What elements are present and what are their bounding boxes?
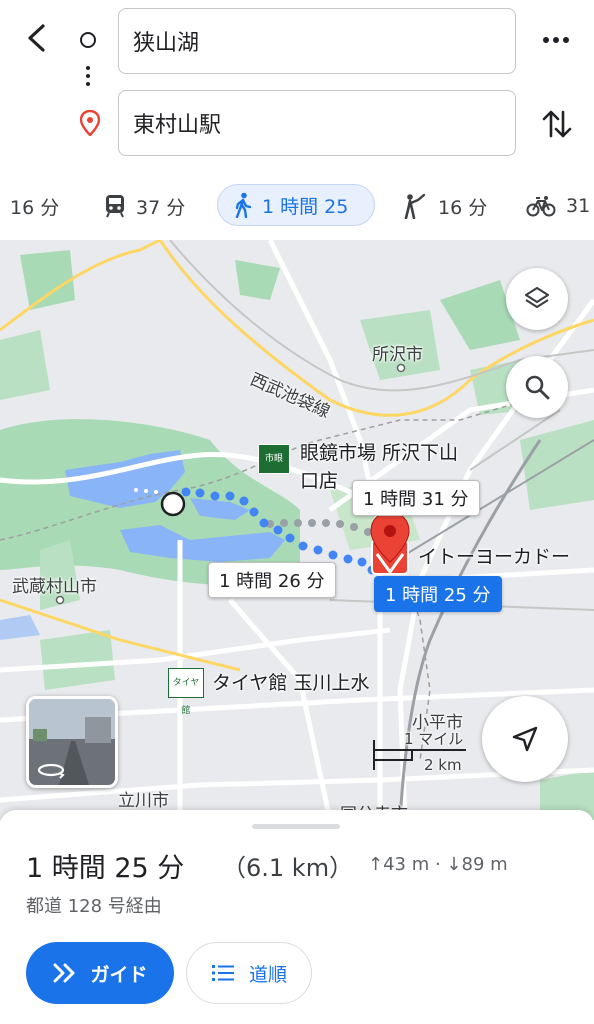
map-label-musashimurayama: 武蔵村山市 (12, 577, 97, 597)
my-location-button[interactable] (482, 696, 568, 782)
route-distance: （6.1 km） (222, 854, 354, 882)
destination-input[interactable]: 東村山駅 (118, 90, 516, 156)
megane-ichiba-poi-icon[interactable]: 市眼 (258, 444, 290, 474)
steps-button[interactable]: 道順 (186, 942, 312, 1004)
route-callout-alt-2[interactable]: 1 時間 26 分 (208, 562, 336, 598)
map-view[interactable]: 所沢市 西武池袋線 市眼 眼鏡市場 所沢下山 口店 イトーヨーカドー 武蔵村山市… (0, 240, 594, 820)
more-options-button[interactable] (538, 26, 574, 54)
ride-hail-icon (404, 193, 426, 219)
back-arrow-icon (28, 24, 45, 52)
sheet-drag-handle[interactable] (252, 824, 340, 829)
origin-dot-icon (80, 32, 96, 48)
more-horiz-icon (543, 37, 569, 43)
tab-drive-label: 16 分 (10, 196, 60, 219)
walk-icon (235, 192, 252, 218)
layers-button[interactable] (506, 268, 568, 330)
layers-icon (524, 286, 550, 309)
scale-label-km: 2 km (424, 756, 462, 774)
double-chevron-right-icon (53, 963, 75, 983)
route-duration: 1 時間 25 分 (26, 853, 185, 884)
map-label-tokorozawa: 所沢市 (372, 345, 423, 365)
tab-bicycle[interactable]: 31 (526, 186, 590, 226)
tab-transit[interactable]: 37 分 (104, 186, 185, 226)
tab-ride-hailing-label: 16 分 (438, 196, 488, 219)
route-via: 都道 128 号経由 (26, 896, 162, 917)
tab-walk-label: 1 時間 25 (262, 195, 349, 218)
route-origin-marker (160, 491, 186, 517)
route-connector-icon (86, 66, 90, 90)
tab-drive[interactable]: 16 分 (10, 186, 59, 226)
train-icon (106, 195, 124, 218)
scale-label-mile: 1 マイル (404, 730, 464, 748)
directions-header: 狭山湖 東村山駅 16 分 37 分 1 時間 25 16 分 31 (0, 0, 594, 240)
tab-walk[interactable]: 1 時間 25 (217, 184, 375, 226)
guide-button[interactable]: ガイド (26, 942, 174, 1004)
tab-transit-label: 37 分 (136, 196, 186, 219)
swap-button[interactable] (540, 104, 574, 144)
tab-bicycle-label: 31 (566, 195, 591, 217)
origin-input[interactable]: 狭山湖 (118, 8, 516, 74)
guide-button-label: ガイド (90, 963, 148, 986)
taiyakan-poi-icon[interactable]: タイヤ館 (168, 668, 204, 716)
360-rotate-icon (33, 757, 69, 781)
search-button[interactable] (506, 356, 568, 418)
route-callout-alt-1[interactable]: 1 時間 31 分 (352, 480, 480, 516)
navigation-arrow-icon (512, 726, 538, 752)
route-callout-selected[interactable]: 1 時間 25 分 (374, 576, 502, 612)
bicycle-icon (526, 196, 556, 217)
swap-vert-icon (542, 110, 572, 138)
destination-pin-icon (79, 109, 101, 137)
map-label-megane-1[interactable]: 眼鏡市場 所沢下山 (300, 438, 458, 465)
travel-mode-tabs: 16 分 37 分 1 時間 25 16 分 31 (0, 180, 594, 232)
map-label-tachikawa: 立川市 (118, 791, 169, 811)
list-icon (211, 965, 234, 981)
map-label-taiyakan[interactable]: タイヤ館 玉川上水 (212, 668, 369, 695)
steps-button-label: 道順 (248, 963, 287, 986)
search-icon (525, 375, 550, 400)
map-label-ito-yokado[interactable]: イトーヨーカドー (418, 542, 570, 569)
tab-ride-hailing[interactable]: 16 分 (402, 186, 487, 226)
street-view-thumbnail[interactable] (26, 696, 118, 788)
map-label-megane-2[interactable]: 口店 (300, 466, 338, 493)
route-elevation: ↑43 m · ↓89 m (368, 854, 508, 875)
route-summary-sheet[interactable]: 1 時間 25 分 （6.1 km） ↑43 m · ↓89 m 都道 128 … (0, 810, 594, 1024)
back-button[interactable] (18, 18, 58, 58)
